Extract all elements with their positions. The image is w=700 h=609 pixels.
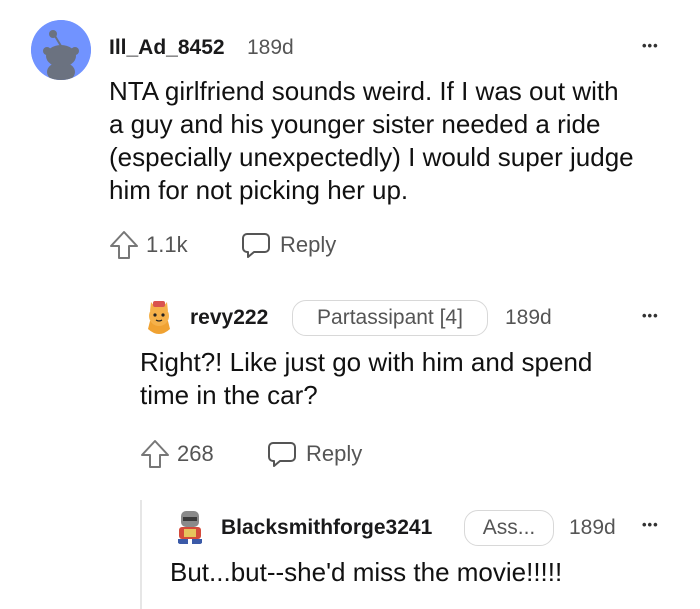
timestamp: 189d [569,516,616,539]
vote-count: 268 [177,441,214,466]
upvote-button[interactable]: 268 [139,438,214,470]
more-dots-icon: ••• [642,308,659,323]
username[interactable]: Blacksmithforge3241 [221,516,432,540]
reply-label: Reply [306,441,363,466]
timestamp: 189d [505,306,552,329]
knight-avatar-icon [170,507,210,547]
upvote-arrow-icon [141,440,169,468]
comment-line: him for not picking her up. [109,175,409,205]
snoo-avatar-icon [31,20,91,80]
reply-button[interactable]: Reply [266,438,362,470]
timestamp: 189d [247,36,294,59]
speech-bubble-icon [242,233,270,258]
comment-line: NTA girlfriend sounds weird. If I was ou… [109,76,619,106]
avatar[interactable] [140,299,178,337]
thread-line [140,500,142,609]
reply-button[interactable]: Reply [240,229,336,261]
user-flair: Ass... [464,510,554,546]
speech-bubble-icon [268,442,296,467]
avatar[interactable] [170,507,210,547]
avatar[interactable] [31,20,91,80]
comment-line: Right?! Like just go with him and spend [140,347,593,377]
comment-body: Right?! Like just go with him and spend … [140,346,592,412]
reply-label: Reply [280,232,337,257]
more-options-button[interactable]: ••• [642,308,659,323]
username[interactable]: revy222 [190,306,268,330]
more-dots-icon: ••• [642,38,659,53]
more-options-button[interactable]: ••• [642,38,659,53]
more-options-button[interactable]: ••• [642,517,659,532]
comment-body: NTA girlfriend sounds weird. If I was ou… [109,75,634,207]
username[interactable]: Ill_Ad_8452 [109,36,225,60]
upvote-arrow-icon [110,231,138,259]
cat-avatar-icon [140,299,178,337]
more-dots-icon: ••• [642,517,659,532]
vote-count: 1.1k [146,232,188,257]
comment-body: But...but--she'd miss the movie!!!!! [170,556,562,589]
comment-line: But...but--she'd miss the movie!!!!! [170,557,563,587]
comment-line: a guy and his younger sister needed a ri… [109,109,601,139]
upvote-button[interactable]: 1.1k [108,229,188,261]
comment-line: time in the car? [140,380,318,410]
comment-line: (especially unexpectedly) I would super … [109,142,634,172]
user-flair: Partassipant [4] [292,300,488,336]
